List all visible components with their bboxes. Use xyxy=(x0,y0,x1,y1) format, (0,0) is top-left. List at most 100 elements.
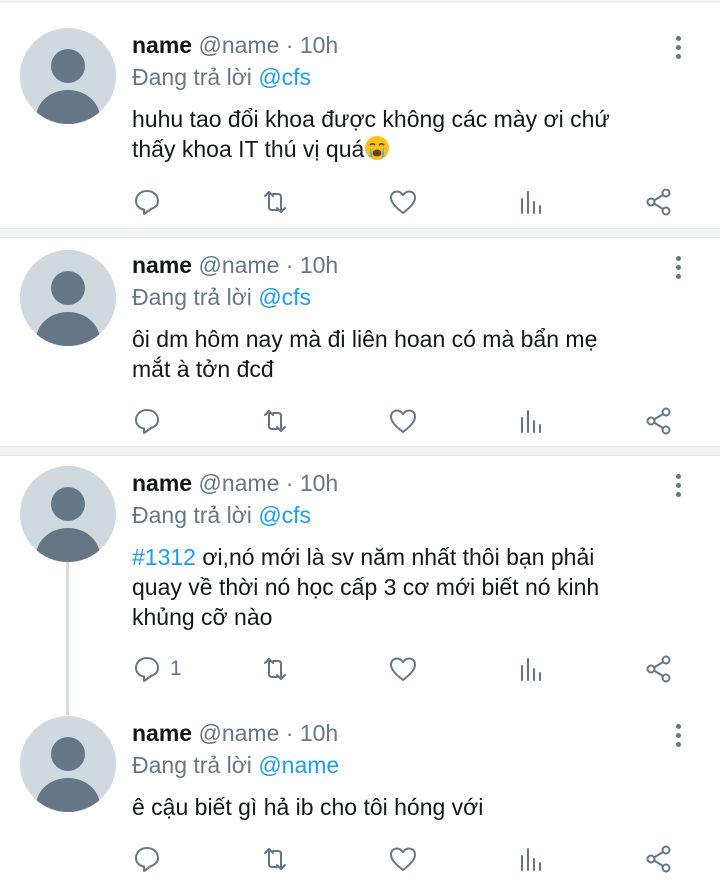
analytics-button[interactable] xyxy=(516,653,546,685)
hashtag-link[interactable]: #1312 xyxy=(132,544,196,570)
separator-dot: · xyxy=(285,252,294,278)
replying-to-label: Đang trả lời xyxy=(132,752,252,778)
avatar[interactable] xyxy=(20,28,116,124)
analytics-icon xyxy=(521,658,541,681)
reply-button[interactable] xyxy=(132,405,170,437)
replying-to-label: Đang trả lời xyxy=(132,284,252,310)
reply-count: 1 xyxy=(170,657,182,680)
retweet-button[interactable] xyxy=(260,843,290,875)
share-icon xyxy=(646,188,671,216)
timestamp: 10h xyxy=(299,32,339,58)
tweet-actions xyxy=(132,186,692,218)
like-button[interactable] xyxy=(388,653,418,685)
retweet-button[interactable] xyxy=(260,405,290,437)
display-name[interactable]: name xyxy=(132,720,192,746)
timestamp: 10h xyxy=(299,252,339,278)
reply-icon xyxy=(135,847,159,872)
retweet-button[interactable] xyxy=(260,653,290,685)
avatar[interactable] xyxy=(20,466,116,562)
like-icon xyxy=(390,409,416,433)
tweet-text-line: quay về thời nó học cấp 3 cơ mới biết nó… xyxy=(132,574,600,600)
tweet-text: ê cậu biết gì hả ib cho tôi hóng với xyxy=(132,792,680,822)
display-name[interactable]: name xyxy=(132,470,192,496)
loudly-crying-face-icon xyxy=(365,136,390,160)
analytics-icon xyxy=(521,191,541,214)
retweet-button[interactable] xyxy=(260,186,290,218)
mention-link[interactable]: @cfs xyxy=(258,284,311,310)
user-handle: @name xyxy=(198,720,280,746)
more-vertical-icon[interactable] xyxy=(676,256,684,283)
retweet-icon xyxy=(264,191,286,213)
share-button[interactable] xyxy=(644,843,674,875)
tweet-text: huhu tao đổi khoa được không các mày ơi … xyxy=(132,104,680,164)
replying-to: Đang trả lời @cfs xyxy=(132,500,680,530)
display-name[interactable]: name xyxy=(132,32,192,58)
retweet-icon xyxy=(264,658,286,680)
replying-to: Đang trả lời @name xyxy=(132,750,680,780)
mention-link[interactable]: @cfs xyxy=(258,64,311,90)
more-vertical-icon[interactable] xyxy=(676,474,684,501)
tweet-text-line: ê cậu biết gì hả ib cho tôi hóng với xyxy=(132,794,484,820)
more-vertical-icon[interactable] xyxy=(676,36,684,63)
tweet-text: ôi dm hôm nay mà đi liên hoan có mà bẩn … xyxy=(132,324,680,384)
tweet-text-line: ôi dm hôm nay mà đi liên hoan có mà bẩn … xyxy=(132,326,598,352)
replying-to: Đang trả lời @cfs xyxy=(132,282,680,312)
tweet-actions: 1 xyxy=(132,653,692,685)
analytics-button[interactable] xyxy=(516,843,546,875)
like-icon xyxy=(390,190,416,214)
reply-icon xyxy=(135,657,159,682)
mention-link[interactable]: @cfs xyxy=(258,502,311,528)
separator-dot: · xyxy=(285,720,294,746)
tweet-text-line: ơi,nó mới là sv năm nhất thôi bạn phải xyxy=(195,544,595,570)
user-handle: @name xyxy=(198,32,280,58)
share-icon xyxy=(646,845,671,873)
tweet[interactable]: name @name · 10h Đang trả lời @cfs ôi dm… xyxy=(0,238,720,448)
display-name[interactable]: name xyxy=(132,252,192,278)
analytics-icon xyxy=(521,848,541,871)
reply-button[interactable] xyxy=(132,186,170,218)
tweet[interactable]: name @name · 10h Đang trả lời @cfs #1312… xyxy=(0,456,720,706)
share-icon xyxy=(646,407,671,435)
like-icon xyxy=(390,847,416,871)
like-button[interactable] xyxy=(388,843,418,875)
tweet-actions xyxy=(132,843,692,875)
like-icon xyxy=(390,657,416,681)
reply-icon xyxy=(135,190,159,215)
tweet-divider xyxy=(0,446,720,456)
avatar[interactable] xyxy=(20,250,116,346)
analytics-button[interactable] xyxy=(516,405,546,437)
tweet-header: name @name · 10h xyxy=(132,250,680,280)
timestamp: 10h xyxy=(299,470,339,496)
tweet-text-line: huhu tao đổi khoa được không các mày ơi … xyxy=(132,106,610,132)
analytics-icon xyxy=(521,410,541,433)
tweet-text-line: khủng cỡ nào xyxy=(132,604,273,630)
share-icon xyxy=(646,655,671,683)
like-button[interactable] xyxy=(388,186,418,218)
tweet-divider xyxy=(0,228,720,238)
retweet-icon xyxy=(264,410,286,432)
mention-link[interactable]: @name xyxy=(258,752,339,778)
user-handle: @name xyxy=(198,252,280,278)
retweet-icon xyxy=(264,848,286,870)
separator-dot: · xyxy=(285,32,294,58)
timestamp: 10h xyxy=(299,720,339,746)
like-button[interactable] xyxy=(388,405,418,437)
avatar[interactable] xyxy=(20,716,116,812)
analytics-button[interactable] xyxy=(516,186,546,218)
separator-dot: · xyxy=(285,470,294,496)
share-button[interactable] xyxy=(644,405,674,437)
reply-button[interactable]: 1 xyxy=(132,653,182,685)
replying-to-label: Đang trả lời xyxy=(132,64,252,90)
user-handle: @name xyxy=(198,470,280,496)
reply-icon xyxy=(135,409,159,434)
share-button[interactable] xyxy=(644,653,674,685)
tweet-header: name @name · 10h xyxy=(132,30,680,60)
tweet-header: name @name · 10h xyxy=(132,468,680,498)
tweet[interactable]: name @name · 10h Đang trả lời @cfs huhu … xyxy=(0,0,720,232)
tweet[interactable]: name @name · 10h Đang trả lời @name ê cậ… xyxy=(0,706,720,889)
share-button[interactable] xyxy=(644,186,674,218)
reply-button[interactable] xyxy=(132,843,170,875)
tweet-actions xyxy=(132,405,692,437)
more-vertical-icon[interactable] xyxy=(676,724,684,751)
replying-to-label: Đang trả lời xyxy=(132,502,252,528)
